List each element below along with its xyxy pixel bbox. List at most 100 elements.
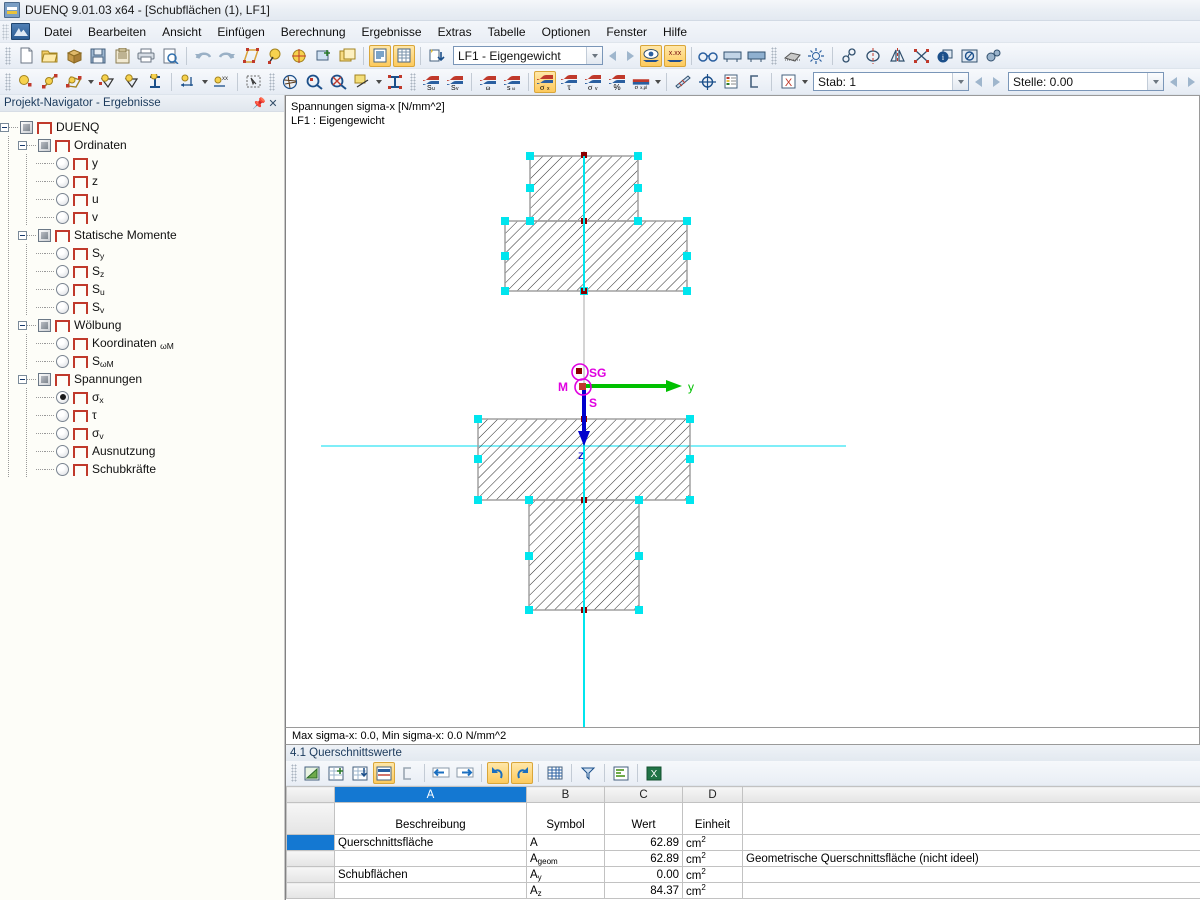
cell-description[interactable]: Schubflächen [335, 867, 527, 883]
next-member-button[interactable] [987, 72, 1005, 92]
tree-radio-button[interactable] [56, 427, 69, 440]
tree-radio-button[interactable] [56, 157, 69, 170]
column-header-c[interactable]: C [605, 787, 683, 803]
next-table-icon[interactable] [454, 762, 476, 784]
mirror-rotate-icon[interactable] [862, 45, 884, 67]
tree-expander-icon[interactable] [18, 375, 27, 384]
cell-unit[interactable]: cm2 [683, 867, 743, 883]
tree-radio-button[interactable] [56, 265, 69, 278]
toolbar-grip-2[interactable] [771, 47, 777, 65]
polygon-dropdown-arrow-icon[interactable] [86, 71, 95, 93]
tree-expander-icon[interactable] [18, 321, 27, 330]
print-icon[interactable] [135, 45, 157, 67]
toolbar-grip-1[interactable] [5, 47, 11, 65]
member-combo[interactable]: Stab: 1 [813, 72, 969, 91]
save-icon[interactable] [87, 45, 109, 67]
tree-item[interactable]: u [0, 190, 284, 208]
tree-item[interactable]: DUENQ [0, 118, 284, 136]
mesh-gen-icon[interactable] [279, 71, 301, 93]
excel-export-icon[interactable]: X [777, 71, 799, 93]
menu-item-ergebnisse[interactable]: Ergebnisse [354, 22, 430, 42]
tree-group-checkbox[interactable] [38, 139, 51, 152]
tree-item[interactable]: σv [0, 424, 284, 442]
clipboard-icon[interactable] [111, 45, 133, 67]
cell-comment[interactable] [743, 883, 1200, 899]
menu-item-ansicht[interactable]: Ansicht [154, 22, 209, 42]
dimension-xx-icon[interactable]: xx [210, 71, 232, 93]
new-element-tri-icon[interactable] [96, 71, 118, 93]
new-stiffener-icon[interactable] [144, 71, 166, 93]
zoom-window-icon[interactable] [351, 71, 373, 93]
cell-value[interactable]: 62.89 [605, 835, 683, 851]
tree-radio-button[interactable] [56, 283, 69, 296]
cell-description[interactable]: Querschnittsfläche [335, 835, 527, 851]
legend-icon[interactable] [720, 71, 742, 93]
mesh-icon[interactable] [781, 45, 803, 67]
tree-radio-button[interactable] [56, 175, 69, 188]
menu-item-hilfe[interactable]: Hilfe [655, 22, 695, 42]
color-bar-icon[interactable] [672, 71, 694, 93]
tree-radio-button[interactable] [56, 301, 69, 314]
toolbar-grip-5[interactable] [410, 73, 416, 91]
menu-item-berechnung[interactable]: Berechnung [273, 22, 354, 42]
result-sv-icon[interactable]: Sv [444, 71, 466, 93]
prev-location-button[interactable] [1164, 72, 1182, 92]
bracket-icon[interactable] [744, 71, 766, 93]
row-header[interactable] [287, 883, 335, 899]
selection-window-icon[interactable] [243, 71, 265, 93]
tree-radio-button[interactable] [56, 355, 69, 368]
tree-item[interactable]: Koordinaten ωM [0, 334, 284, 352]
tree-item[interactable]: z [0, 172, 284, 190]
section-properties-icon[interactable] [301, 762, 323, 784]
center-icon[interactable] [696, 71, 718, 93]
row-header-caption[interactable] [287, 803, 335, 835]
glasses-icon[interactable] [697, 45, 719, 67]
tree-group-checkbox[interactable] [38, 373, 51, 386]
result-dropdown-arrow-icon[interactable] [653, 71, 662, 93]
row-header[interactable] [287, 851, 335, 867]
export-icon[interactable] [426, 45, 448, 67]
results-on-icon[interactable] [640, 45, 662, 67]
tree-group-checkbox[interactable] [38, 229, 51, 242]
tree-radio-button[interactable] [56, 193, 69, 206]
zoom-dropdown-arrow-icon[interactable] [374, 71, 383, 93]
scale-icon[interactable] [910, 45, 932, 67]
copy-layer-icon[interactable] [336, 45, 358, 67]
cell-symbol[interactable]: Ageom [527, 851, 605, 867]
next-location-button[interactable] [1182, 72, 1200, 92]
cell-value[interactable]: 0.00 [605, 867, 683, 883]
render-icon[interactable] [721, 45, 743, 67]
menu-item-tabelle[interactable]: Tabelle [480, 22, 534, 42]
prev-load-case-button[interactable] [603, 46, 621, 66]
grid-corner-cell[interactable] [287, 787, 335, 803]
result-sigma-v-icon[interactable]: σv [582, 71, 604, 93]
tree-radio-button[interactable] [56, 409, 69, 422]
tree-group-checkbox[interactable] [38, 319, 51, 332]
result-utilization-icon[interactable]: % [606, 71, 628, 93]
tree-item[interactable]: Sz [0, 262, 284, 280]
column-header-b[interactable]: B [527, 787, 605, 803]
tree-item[interactable]: τ [0, 406, 284, 424]
column-header-blank[interactable] [743, 787, 1200, 803]
filter-icon[interactable] [577, 762, 599, 784]
select-icon[interactable] [264, 45, 286, 67]
table-row[interactable]: Ageom62.89cm2Geometrische Querschnittsfl… [287, 851, 1200, 867]
prev-table-icon[interactable] [430, 762, 452, 784]
new-element-tri2-icon[interactable] [120, 71, 142, 93]
tree-expander-icon[interactable] [0, 123, 9, 132]
result-values-icon[interactable]: x.xx [664, 45, 686, 67]
prev-member-button[interactable] [969, 72, 987, 92]
tree-item[interactable]: Su [0, 280, 284, 298]
tree-radio-button[interactable] [56, 463, 69, 476]
light-icon[interactable] [805, 45, 827, 67]
tree-item[interactable]: Wölbung [0, 316, 284, 334]
tree-radio-button[interactable] [56, 337, 69, 350]
cell-comment[interactable] [743, 867, 1200, 883]
cell-symbol[interactable]: Az [527, 883, 605, 899]
new-line-icon[interactable] [39, 71, 61, 93]
tree-item[interactable]: y [0, 154, 284, 172]
result-sigma-x-icon[interactable]: σx [534, 71, 556, 93]
menu-grip[interactable] [2, 24, 9, 40]
result-sigma-xpl-icon[interactable]: σx,pl [630, 71, 652, 93]
column-header-a[interactable]: A [335, 787, 527, 803]
